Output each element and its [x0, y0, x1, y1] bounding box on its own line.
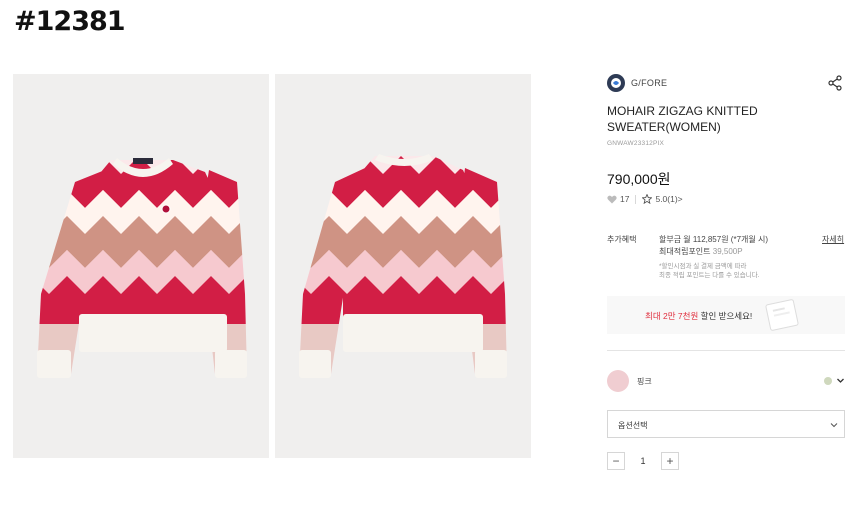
benefit-detail-link[interactable]: 자세히: [822, 234, 844, 245]
color-name: 핑크: [637, 377, 652, 386]
coupon-banner[interactable]: 최대 2만 7천원 할인 받으세요!: [607, 296, 845, 334]
meta-divider: [635, 194, 637, 204]
benefit-label: 추가혜택: [607, 235, 637, 244]
heart-icon[interactable]: [607, 195, 617, 204]
benefit-note: *할인시점과 실 결제 금액에 따라 최종 적립 포인트는 다를 수 있습니다.: [659, 262, 819, 280]
product-title: MOHAIR ZIGZAG KNITTED SWEATER(WOMEN): [607, 104, 758, 134]
option-select-label: 옵션선택: [618, 421, 648, 430]
points-label: 최대적립포인트: [659, 247, 711, 256]
coupon-highlight: 최대 2만 7천원: [645, 311, 699, 321]
points-info: 최대적립포인트 39,500P: [659, 246, 819, 258]
coupon-text: 최대 2만 7천원 할인 받으세요!: [645, 310, 752, 322]
coupon-message: 할인 받으세요!: [698, 311, 753, 321]
benefit-details: 할부금 월 112,857원 (*7개월 시) 최대적립포인트 39,500P …: [659, 234, 819, 280]
chevron-down-icon: [830, 423, 838, 428]
section-divider: [607, 350, 845, 351]
brand-row[interactable]: G/FORE: [607, 74, 667, 92]
share-icon[interactable]: [827, 75, 843, 91]
benefit-note-line1: *할인시점과 실 결제 금액에 따라: [659, 263, 747, 270]
quantity-plus-button[interactable]: +: [661, 452, 679, 470]
benefit-note-line2: 최종 적립 포인트는 다를 수 있습니다.: [659, 272, 760, 279]
product-image-back[interactable]: [275, 74, 531, 458]
quantity-stepper: − 1 +: [607, 452, 679, 470]
color-swatch-green[interactable]: [824, 377, 832, 385]
installment-info: 할부금 월 112,857원 (*7개월 시): [659, 235, 768, 244]
chevron-down-icon[interactable]: [836, 376, 845, 385]
product-code: GNWAW23312PIX: [607, 140, 665, 147]
rating-link[interactable]: 5.0(1)>: [655, 194, 682, 204]
quantity-value[interactable]: 1: [625, 456, 661, 466]
coupon-card-icon: [765, 299, 799, 331]
points-value: 39,500P: [712, 247, 743, 256]
page-tag: #12381: [14, 6, 126, 37]
brand-logo: [607, 74, 625, 92]
product-image-front[interactable]: [13, 74, 269, 458]
quantity-minus-button[interactable]: −: [607, 452, 625, 470]
like-count: 17: [620, 194, 630, 204]
option-select[interactable]: 옵션선택: [607, 410, 845, 438]
color-swatch-pink[interactable]: [607, 370, 629, 392]
brand-name: G/FORE: [631, 78, 668, 88]
product-meta: 17 5.0(1)>: [607, 194, 683, 204]
star-icon: [642, 194, 653, 204]
color-option-row[interactable]: 핑크: [607, 370, 845, 392]
product-price: 790,000원: [607, 171, 671, 187]
